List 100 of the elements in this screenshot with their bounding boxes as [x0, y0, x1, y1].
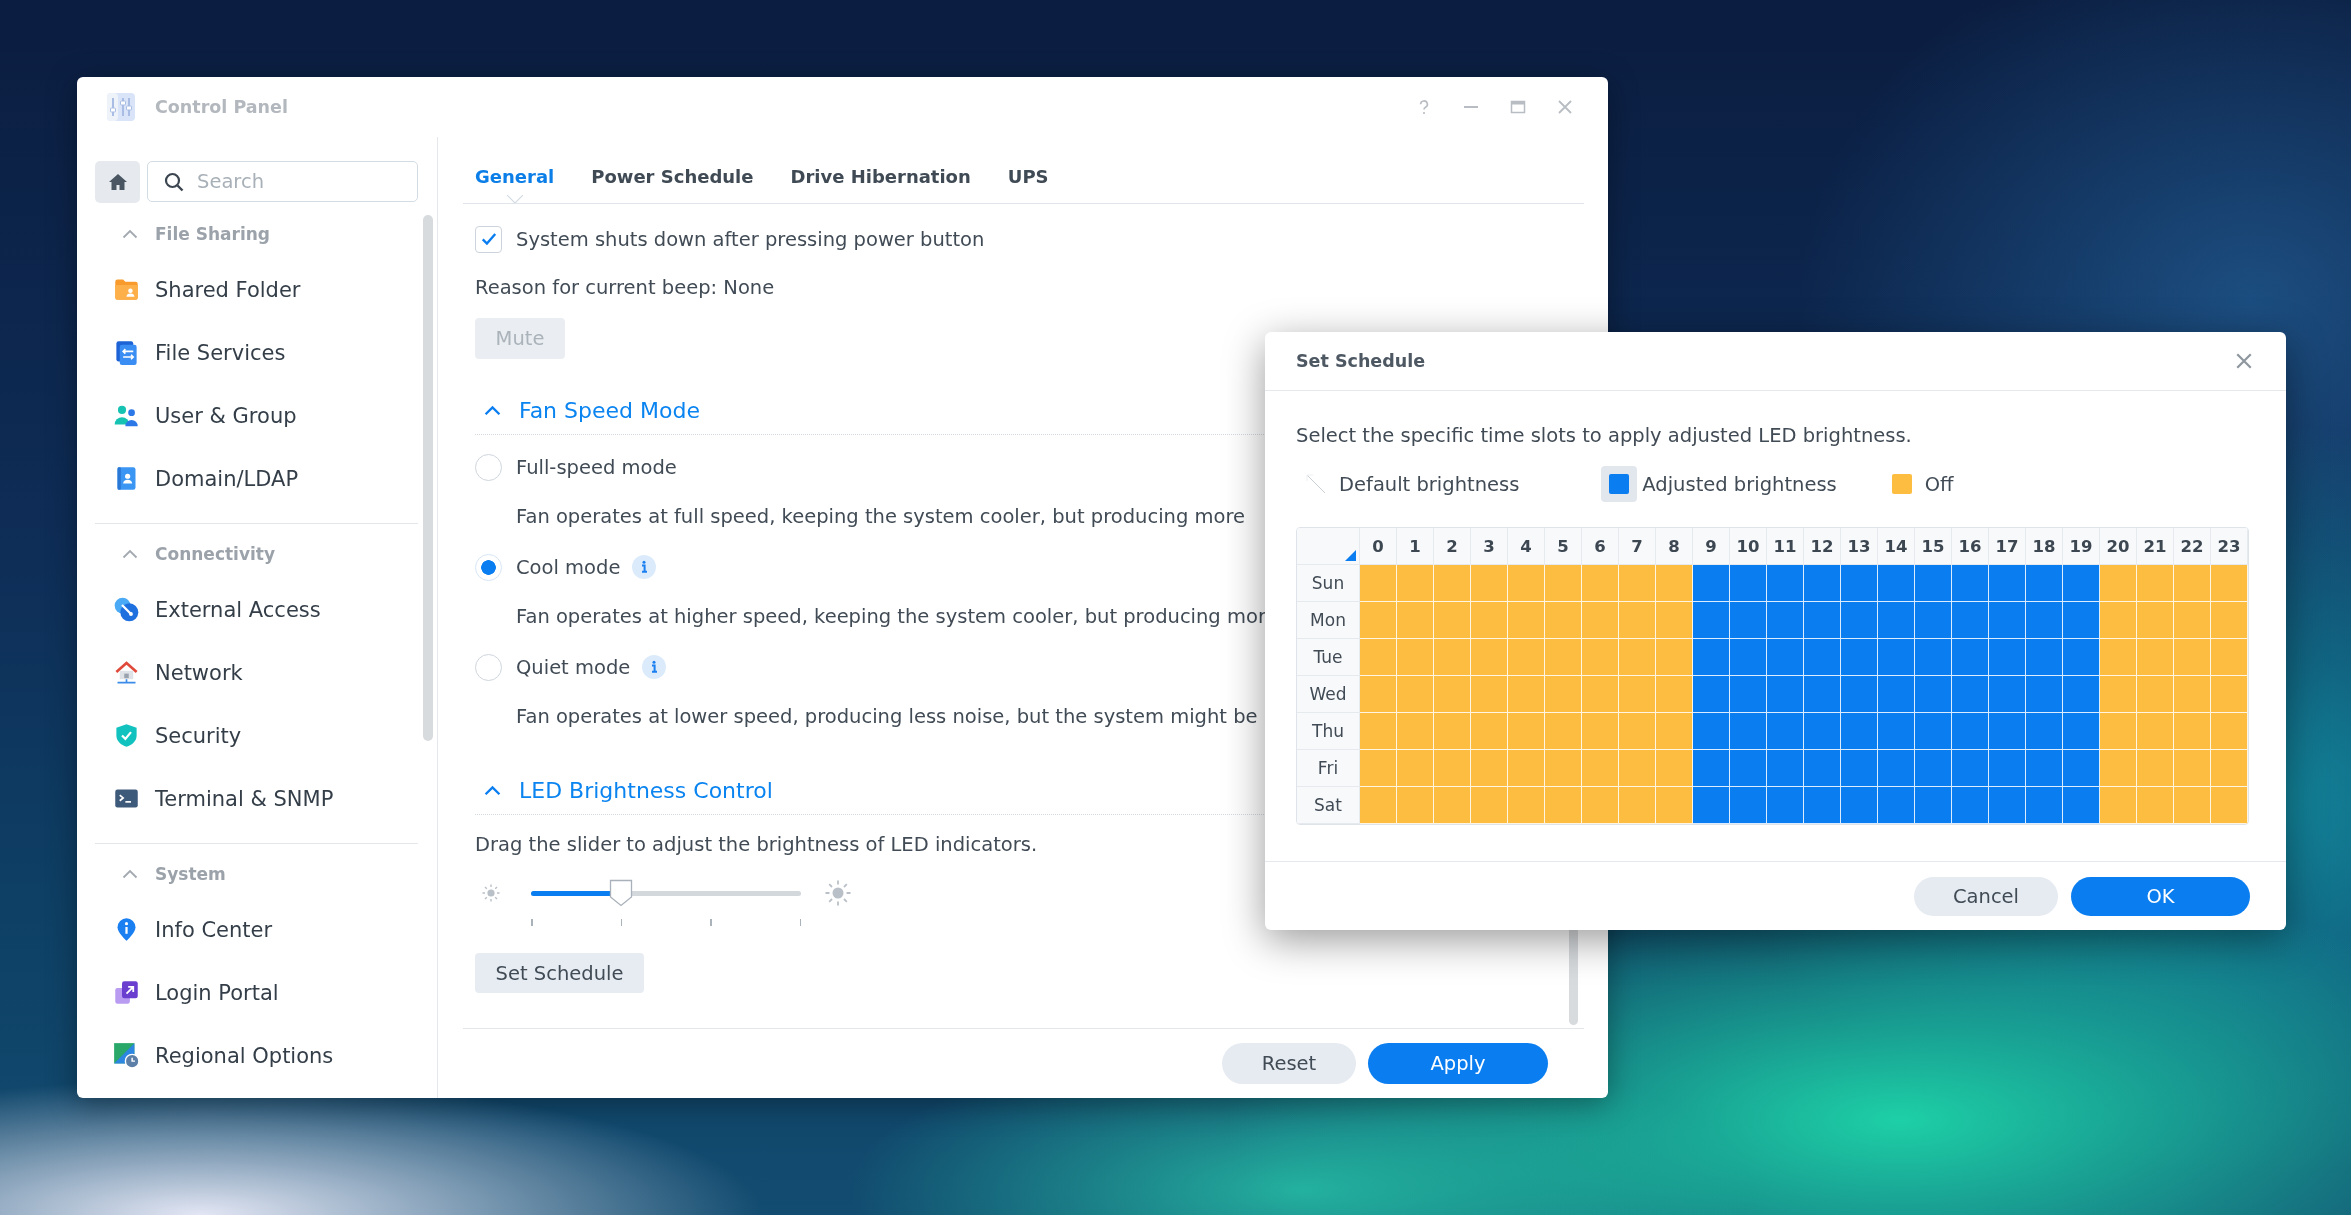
radio-button[interactable]: [475, 453, 502, 481]
schedule-slot[interactable]: [2211, 639, 2248, 676]
schedule-slot[interactable]: [1471, 639, 1508, 676]
schedule-slot[interactable]: [1767, 565, 1804, 602]
slider-track[interactable]: [531, 890, 801, 896]
schedule-slot[interactable]: [1656, 602, 1693, 639]
schedule-slot[interactable]: [1730, 750, 1767, 787]
schedule-slot[interactable]: [1434, 565, 1471, 602]
schedule-slot[interactable]: [1730, 787, 1767, 824]
radio-button[interactable]: [475, 553, 502, 581]
sidebar-item[interactable]: File Services: [95, 321, 418, 384]
schedule-slot[interactable]: [2211, 602, 2248, 639]
schedule-slot[interactable]: [1989, 565, 2026, 602]
schedule-slot[interactable]: [2137, 639, 2174, 676]
schedule-slot[interactable]: [2026, 713, 2063, 750]
schedule-slot[interactable]: [1915, 639, 1952, 676]
sidebar-item[interactable]: User & Group: [95, 384, 418, 447]
schedule-slot[interactable]: [2211, 565, 2248, 602]
schedule-slot[interactable]: [1619, 565, 1656, 602]
schedule-slot[interactable]: [1434, 602, 1471, 639]
schedule-slot[interactable]: [2100, 602, 2137, 639]
schedule-slot[interactable]: [1989, 602, 2026, 639]
schedule-slot[interactable]: [1767, 713, 1804, 750]
schedule-slot[interactable]: [1582, 787, 1619, 824]
schedule-slot[interactable]: [2100, 750, 2137, 787]
schedule-slot[interactable]: [1730, 676, 1767, 713]
schedule-slot[interactable]: [1915, 713, 1952, 750]
schedule-slot[interactable]: [1545, 787, 1582, 824]
sidebar-item[interactable]: Info Center: [95, 898, 418, 961]
schedule-slot[interactable]: [1730, 602, 1767, 639]
schedule-slot[interactable]: [2100, 713, 2137, 750]
footer-button[interactable]: Reset: [1222, 1043, 1356, 1084]
schedule-slot[interactable]: [2026, 602, 2063, 639]
schedule-slot[interactable]: [2063, 676, 2100, 713]
schedule-slot[interactable]: [1360, 750, 1397, 787]
schedule-slot[interactable]: [2026, 639, 2063, 676]
schedule-slot[interactable]: [2100, 565, 2137, 602]
schedule-slot[interactable]: [1434, 787, 1471, 824]
schedule-slot[interactable]: [1989, 713, 2026, 750]
sidebar-item[interactable]: Login Portal: [95, 961, 418, 1024]
schedule-slot[interactable]: [1767, 750, 1804, 787]
schedule-slot[interactable]: [1619, 602, 1656, 639]
schedule-slot[interactable]: [2137, 750, 2174, 787]
schedule-slot[interactable]: [1508, 639, 1545, 676]
section-header[interactable]: LED Brightness Control: [475, 774, 773, 806]
schedule-slot[interactable]: [1767, 787, 1804, 824]
schedule-slot[interactable]: [2063, 639, 2100, 676]
schedule-slot[interactable]: [1582, 750, 1619, 787]
schedule-slot[interactable]: [1360, 602, 1397, 639]
schedule-slot[interactable]: [1841, 565, 1878, 602]
schedule-slot[interactable]: [2174, 713, 2211, 750]
schedule-slot[interactable]: [1434, 639, 1471, 676]
schedule-slot[interactable]: [1989, 676, 2026, 713]
schedule-slot[interactable]: [2211, 713, 2248, 750]
schedule-slot[interactable]: [1730, 713, 1767, 750]
schedule-slot[interactable]: [1434, 713, 1471, 750]
schedule-slot[interactable]: [1545, 602, 1582, 639]
schedule-slot[interactable]: [1582, 602, 1619, 639]
schedule-slot[interactable]: [2026, 787, 2063, 824]
schedule-slot[interactable]: [2063, 787, 2100, 824]
schedule-slot[interactable]: [1841, 713, 1878, 750]
schedule-slot[interactable]: [1397, 639, 1434, 676]
schedule-slot[interactable]: [1693, 639, 1730, 676]
schedule-slot[interactable]: [1804, 750, 1841, 787]
close-icon[interactable]: [2235, 352, 2253, 370]
sidebar-item[interactable]: Regional Options: [95, 1024, 418, 1087]
scrollbar-thumb[interactable]: [423, 215, 433, 741]
tab[interactable]: Drive Hibernation: [778, 137, 983, 203]
schedule-slot[interactable]: [1656, 565, 1693, 602]
schedule-slot[interactable]: [1952, 787, 1989, 824]
schedule-slot[interactable]: [1471, 602, 1508, 639]
schedule-slot[interactable]: [1915, 750, 1952, 787]
schedule-slot[interactable]: [2174, 676, 2211, 713]
schedule-slot[interactable]: [2026, 676, 2063, 713]
schedule-slot[interactable]: [1952, 639, 1989, 676]
schedule-slot[interactable]: [1878, 639, 1915, 676]
schedule-slot[interactable]: [1804, 639, 1841, 676]
info-icon[interactable]: [642, 655, 667, 679]
schedule-slot[interactable]: [1360, 639, 1397, 676]
schedule-slot[interactable]: [2211, 676, 2248, 713]
schedule-slot[interactable]: [1656, 750, 1693, 787]
schedule-slot[interactable]: [2137, 787, 2174, 824]
schedule-slot[interactable]: [1804, 565, 1841, 602]
schedule-slot[interactable]: [1545, 565, 1582, 602]
schedule-slot[interactable]: [2063, 750, 2100, 787]
schedule-slot[interactable]: [1878, 565, 1915, 602]
schedule-slot[interactable]: [1915, 787, 1952, 824]
schedule-slot[interactable]: [1693, 602, 1730, 639]
schedule-slot[interactable]: [1619, 639, 1656, 676]
dialog-button[interactable]: Cancel: [1914, 877, 2058, 916]
schedule-slot[interactable]: [1508, 676, 1545, 713]
schedule-slot[interactable]: [1360, 713, 1397, 750]
schedule-slot[interactable]: [1360, 565, 1397, 602]
schedule-slot[interactable]: [1989, 750, 2026, 787]
schedule-slot[interactable]: [1730, 639, 1767, 676]
sidebar-item[interactable]: Terminal & SNMP: [95, 767, 418, 830]
schedule-slot[interactable]: [1878, 750, 1915, 787]
schedule-slot[interactable]: [2137, 676, 2174, 713]
schedule-slot[interactable]: [1360, 787, 1397, 824]
schedule-slot[interactable]: [1397, 750, 1434, 787]
